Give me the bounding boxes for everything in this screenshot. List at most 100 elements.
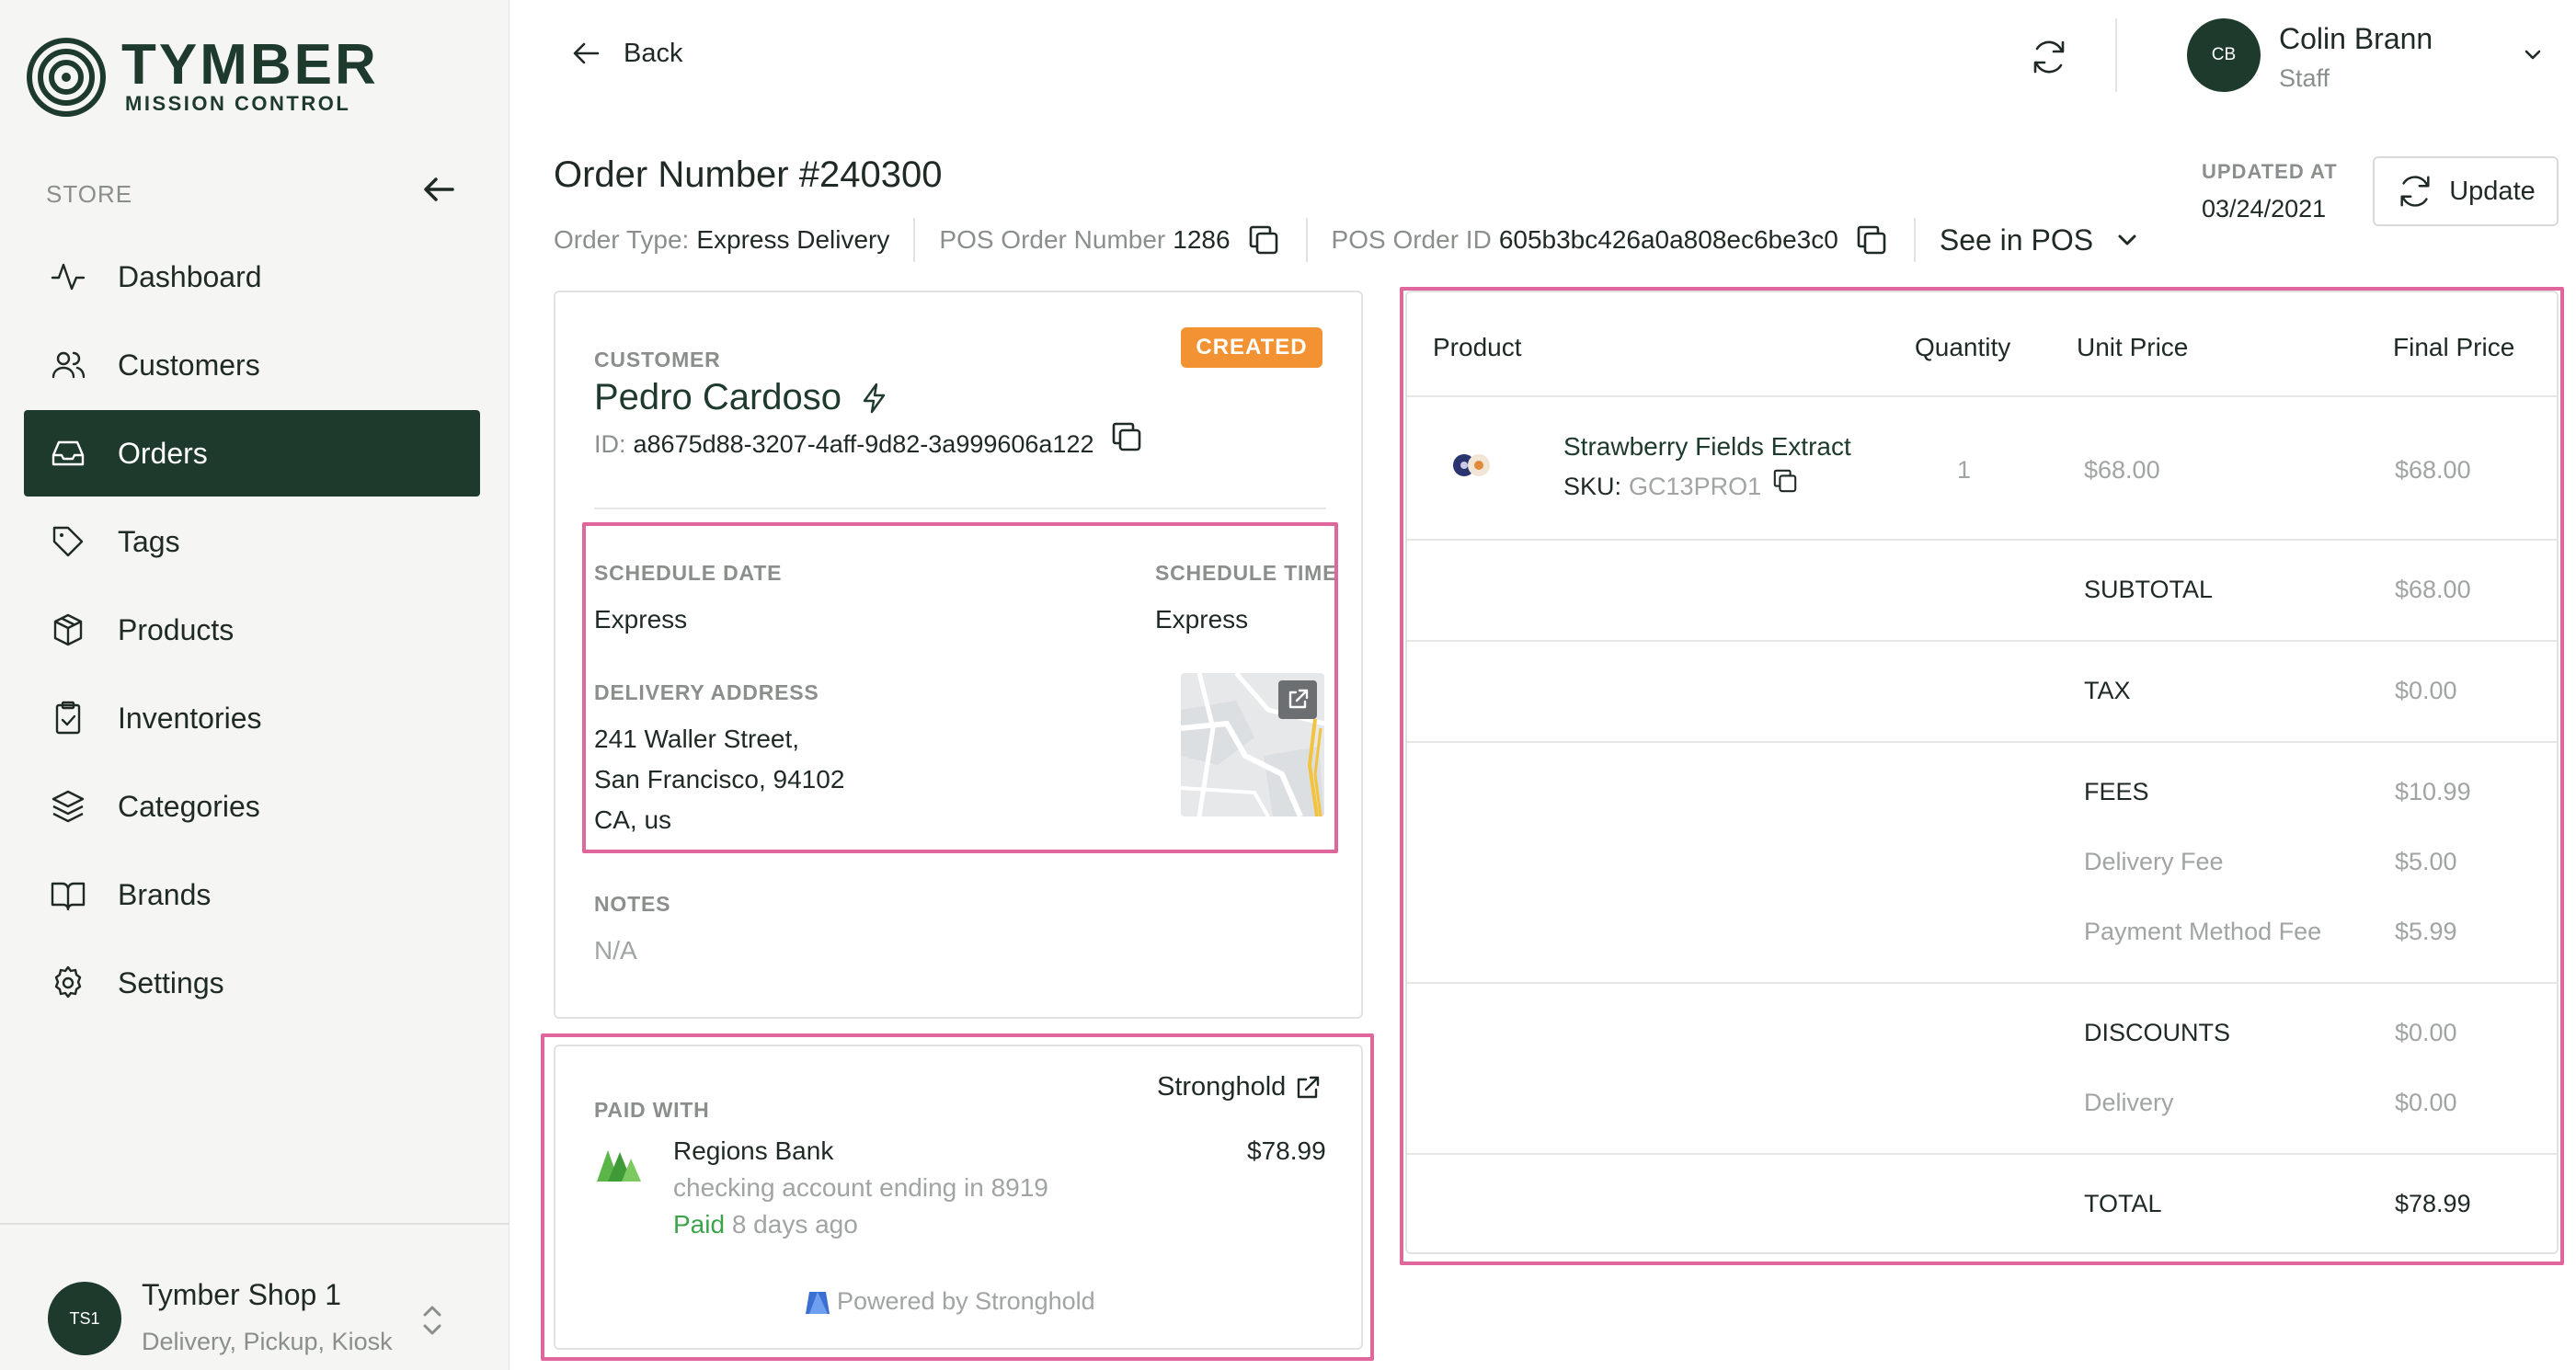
sku-value: GC13PRO1 (1629, 473, 1762, 500)
copy-icon[interactable] (1108, 418, 1145, 455)
divider (1407, 640, 2557, 642)
address-line-2: San Francisco, 94102 (594, 765, 845, 793)
tax-label: TAX (2084, 677, 2131, 704)
account-description: checking account ending in 8919 (673, 1173, 1048, 1202)
inbox-icon (52, 440, 85, 466)
paid-with-label: PAID WITH (594, 1098, 710, 1122)
shop-switcher[interactable]: TS1 Tymber Shop 1 Delivery, Pickup, Kios… (0, 1223, 509, 1370)
customer-id-value: a8675d88-3207-4aff-9d82-3a999606a122 (633, 430, 1094, 458)
topbar-divider (2115, 18, 2117, 92)
pos-order-number-label: POS Order Number (939, 225, 1166, 254)
map-thumbnail[interactable] (1181, 673, 1324, 816)
see-in-pos-label: See in POS (1939, 223, 2094, 257)
brand-title: TYMBER (121, 33, 379, 97)
tax-value: $0.00 (2395, 677, 2457, 704)
sidebar-item-label: Orders (118, 436, 208, 470)
user-name: Colin Brann (2279, 22, 2433, 55)
schedule-date-label: SCHEDULE DATE (594, 561, 783, 585)
sidebar-item-customers[interactable]: Customers (24, 322, 480, 408)
column-header-product: Product (1433, 333, 1522, 361)
payment-card: PAID WITH Stronghold Regions Bank $78.99… (554, 1045, 1363, 1350)
sidebar-item-products[interactable]: Products (24, 587, 480, 673)
stronghold-link[interactable]: Stronghold (1157, 1072, 1322, 1102)
copy-icon[interactable] (1770, 466, 1800, 496)
shop-avatar: TS1 (48, 1282, 121, 1355)
powered-by-text: Powered by Stronghold (837, 1287, 1095, 1315)
sidebar-item-orders[interactable]: Orders (24, 410, 480, 497)
copy-icon[interactable] (1853, 222, 1890, 258)
back-label: Back (624, 38, 683, 68)
layers-icon (52, 790, 85, 823)
delivery-discount-value: $0.00 (2395, 1089, 2457, 1116)
back-button[interactable]: Back (570, 37, 682, 70)
updated-at-label: UPDATED AT (2202, 160, 2338, 183)
status-badge: CREATED (1181, 327, 1322, 368)
chevron-down-icon[interactable] (2520, 44, 2546, 66)
sidebar-item-dashboard[interactable]: Dashboard (24, 234, 480, 320)
updated-at-value: 03/24/2021 (2202, 195, 2327, 223)
fees-value: $10.99 (2395, 778, 2471, 805)
user-role: Staff (2279, 64, 2330, 92)
book-open-icon (51, 882, 86, 911)
sidebar-item-label: Products (118, 612, 235, 646)
schedule-date-value: Express (594, 605, 688, 634)
fees-label: FEES (2084, 778, 2149, 805)
divider (1407, 741, 2557, 743)
arrow-left-icon (573, 42, 600, 64)
delivery-fee-value: $5.00 (2395, 848, 2457, 875)
sidebar-item-categories[interactable]: Categories (24, 763, 480, 850)
item-final-price: $68.00 (2395, 456, 2471, 484)
tag-icon (52, 526, 84, 557)
order-type-label: Order Type: (554, 225, 690, 254)
order-items-table: Product Quantity Unit Price Final Price … (1405, 291, 2559, 1254)
open-map-button[interactable] (1278, 680, 1317, 719)
delivery-fee-label: Delivery Fee (2084, 848, 2224, 875)
refresh-icon[interactable] (2029, 37, 2069, 77)
collapse-sidebar-arrow-icon[interactable] (421, 171, 458, 208)
tymber-logo[interactable]: TYMBER MISSION CONTROL (26, 37, 379, 118)
customer-name[interactable]: Pedro Cardoso (594, 377, 891, 418)
subtotal-label: SUBTOTAL (2084, 576, 2214, 603)
total-value: $78.99 (2395, 1190, 2471, 1217)
sidebar-item-label: Customers (118, 348, 260, 382)
payment-status: Paid 8 days ago (673, 1204, 858, 1245)
see-in-pos-dropdown[interactable]: See in POS (1940, 223, 2141, 257)
schedule-time-label: SCHEDULE TIME (1155, 561, 1338, 585)
pos-order-number-value: 1286 (1173, 225, 1231, 254)
item-quantity: 1 (1957, 456, 1972, 484)
discounts-label: DISCOUNTS (2084, 1019, 2231, 1046)
user-avatar[interactable]: CB (2187, 18, 2261, 92)
divider (1407, 395, 2557, 397)
update-button-label: Update (2449, 176, 2536, 206)
sidebar-item-label: Tags (118, 524, 180, 558)
refresh-icon (2400, 176, 2430, 207)
external-link-icon (1298, 1076, 1320, 1098)
divider (1305, 218, 1308, 262)
sidebar-item-settings[interactable]: Settings (24, 940, 480, 1026)
customer-card: CREATED CUSTOMER Pedro Cardoso ID: a8675… (554, 291, 1363, 1019)
sidebar-item-label: Inventories (118, 701, 262, 735)
subtotal-value: $68.00 (2395, 576, 2471, 603)
discounts-value: $0.00 (2395, 1019, 2457, 1046)
chevron-up-down-icon[interactable] (419, 1298, 445, 1342)
users-icon (52, 351, 86, 379)
column-header-quantity: Quantity (1915, 333, 2011, 361)
divider (594, 508, 1326, 509)
sidebar-item-tags[interactable]: Tags (24, 498, 480, 585)
update-button[interactable]: Update (2373, 156, 2559, 226)
column-header-final-price: Final Price (2393, 333, 2515, 361)
payment-status-text: Paid (673, 1210, 726, 1239)
product-name-link[interactable]: Strawberry Fields Extract (1563, 432, 1851, 462)
payment-status-time: 8 days ago (731, 1210, 858, 1239)
copy-icon[interactable] (1245, 222, 1282, 258)
tymber-logo-icon (27, 38, 106, 117)
brand-subtitle: MISSION CONTROL (125, 92, 351, 115)
sidebar-item-brands[interactable]: Brands (24, 851, 480, 938)
product-thumbnail (1453, 454, 1490, 476)
pos-order-id-value: 605b3bc426a0a808ec6be3c0 (1498, 225, 1838, 254)
powered-by-stronghold: Powered by Stronghold (804, 1287, 1095, 1316)
sidebar-item-inventories[interactable]: Inventories (24, 675, 480, 761)
bank-name: Regions Bank (673, 1136, 834, 1165)
payment-amount: $78.99 (1247, 1136, 1326, 1165)
sidebar: TYMBER MISSION CONTROL STORE Dashboard C… (0, 0, 509, 1370)
